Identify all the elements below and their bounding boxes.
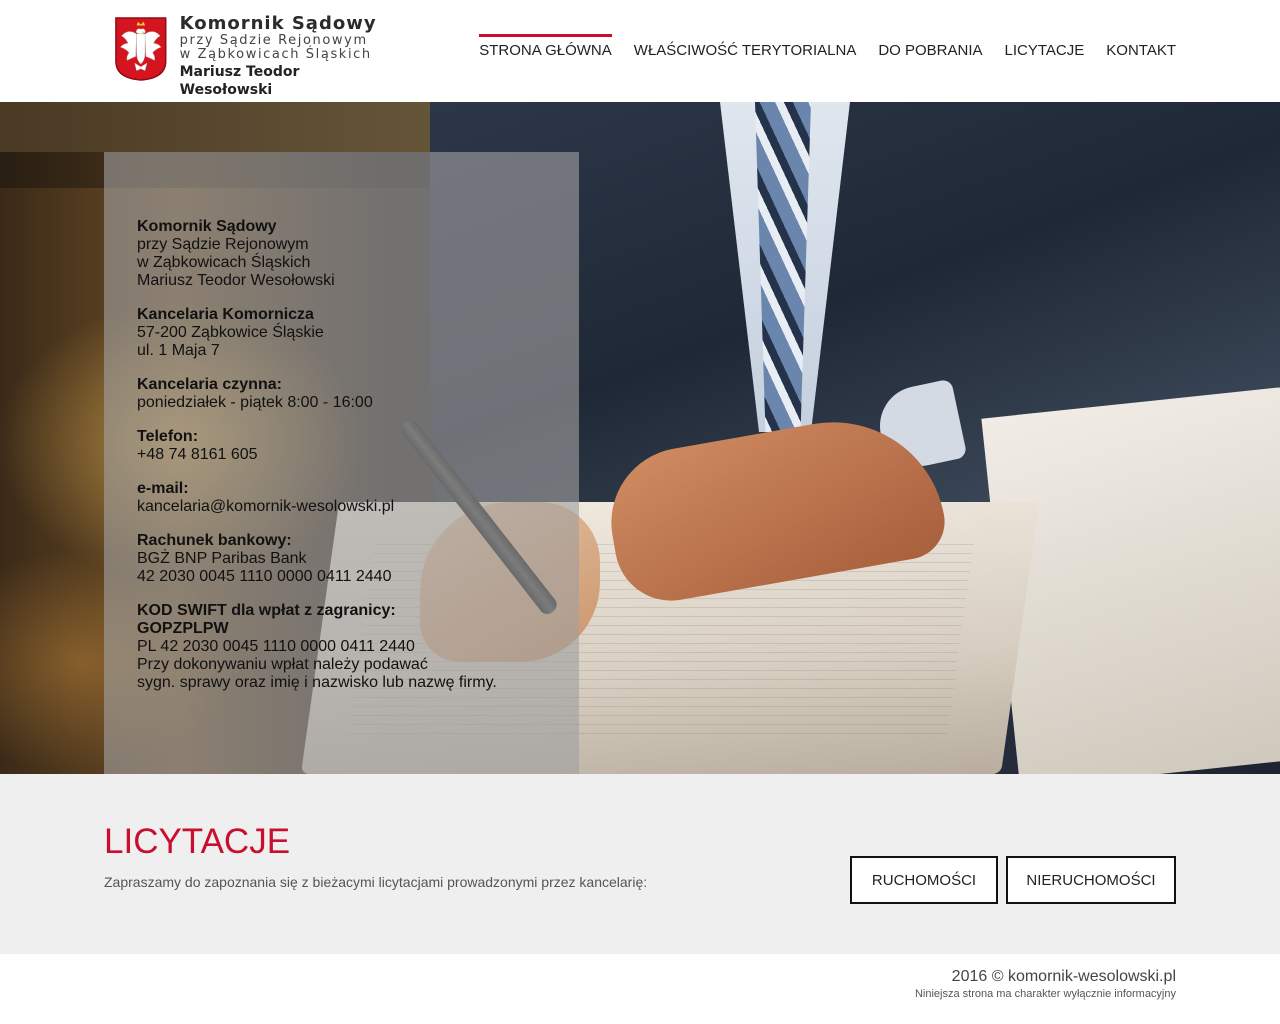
nav-item-auctions[interactable]: LICYTACJE [1005,34,1085,67]
phone-block: Telefon: +48 74 8161 605 [137,428,546,464]
nav-item-contact[interactable]: KONTAKT [1106,34,1176,67]
site-header: Komornik Sądowy przy Sądzie Rejonowym w … [0,0,1280,102]
site-footer: 2016 © komornik-wesolowski.pl Niniejsza … [0,954,1280,1024]
address-block: Kancelaria Komornicza 57-200 Ząbkowice Ś… [137,306,546,360]
nav-item-home[interactable]: STRONA GŁÓWNA [479,34,612,67]
swift-title: KOD SWIFT dla wpłat z zagranicy: [137,602,396,619]
bank-block: Rachunek bankowy: BGŻ BNP Paribas Bank 4… [137,532,546,586]
logo-title: Komornik Sądowy [179,13,377,34]
swift-iban: PL 42 2030 0045 1110 0000 0411 2440 [137,638,415,655]
address-line: ul. 1 Maja 7 [137,342,220,359]
email-title: e-mail: [137,480,189,497]
nav-item-downloads[interactable]: DO POBRANIA [878,34,982,67]
office-name-block: Komornik Sądowy przy Sądzie Rejonowym w … [137,218,546,290]
main-nav: STRONA GŁÓWNA WŁAŚCIWOŚĆ TERYTORIALNA DO… [457,34,1176,67]
movable-property-button[interactable]: RUCHOMOŚCI [850,856,998,904]
hours-title: Kancelaria czynna: [137,376,282,393]
hours-value: poniedziałek - piątek 8:00 - 16:00 [137,394,373,411]
hours-block: Kancelaria czynna: poniedziałek - piątek… [137,376,546,412]
office-name-line: Mariusz Teodor Wesołowski [137,272,335,289]
address-line: 57-200 Ząbkowice Śląskie [137,324,324,341]
email-block: e-mail: kancelaria@komornik-wesolowski.p… [137,480,546,516]
nav-item-jurisdiction[interactable]: WŁAŚCIWOŚĆ TERYTORIALNA [634,34,857,67]
email-link[interactable]: kancelaria@komornik-wesolowski.pl [137,498,394,515]
bank-title: Rachunek bankowy: [137,532,292,549]
logo-subtitle-city: w Ząbkowicach Śląskich [179,47,372,62]
swift-note: sygn. sprawy oraz imię i nazwisko lub na… [137,674,497,691]
footer-disclaimer: Niniejsza strona ma charakter wyłącznie … [914,988,1176,1000]
phone-value[interactable]: +48 74 8161 605 [137,446,546,464]
logo-owner-name: Mariusz Teodor Wesołowski [179,64,300,98]
auctions-section: LICYTACJE Zapraszamy do zapoznania się z… [0,774,1280,954]
site-logo[interactable]: Komornik Sądowy przy Sądzie Rejonowym w … [114,13,384,99]
real-estate-button[interactable]: NIERUCHOMOŚCI [1006,856,1176,904]
auctions-description: Zapraszamy do zapoznania się z bieżacymi… [104,874,648,890]
footer-copyright: 2016 © komornik-wesolowski.pl [951,968,1176,985]
swift-note: Przy dokonywaniu wpłat należy podawać [137,656,428,673]
swift-block: KOD SWIFT dla wpłat z zagranicy: GOPZPLP… [137,602,546,692]
contact-info-panel: Komornik Sądowy przy Sądzie Rejonowym w … [104,152,579,774]
logo-text: Komornik Sądowy przy Sądzie Rejonowym w … [179,13,384,99]
address-title: Kancelaria Komornicza [137,306,314,323]
auctions-title: LICYTACJE [104,822,291,861]
office-name-line: w Ząbkowicach Śląskich [137,254,311,271]
hero-section: Komornik Sądowy przy Sądzie Rejonowym w … [0,102,1280,774]
office-name-title: Komornik Sądowy [137,218,277,235]
office-name-line: przy Sądzie Rejonowym [137,236,309,253]
polish-eagle-emblem-icon [115,17,167,81]
bank-name: BGŻ BNP Paribas Bank [137,550,307,567]
phone-title: Telefon: [137,428,199,445]
bank-account-number: 42 2030 0045 1110 0000 0411 2440 [137,568,392,585]
logo-subtitle-court: przy Sądzie Rejonowym [179,33,368,48]
swift-code: GOPZPLPW [137,620,229,637]
